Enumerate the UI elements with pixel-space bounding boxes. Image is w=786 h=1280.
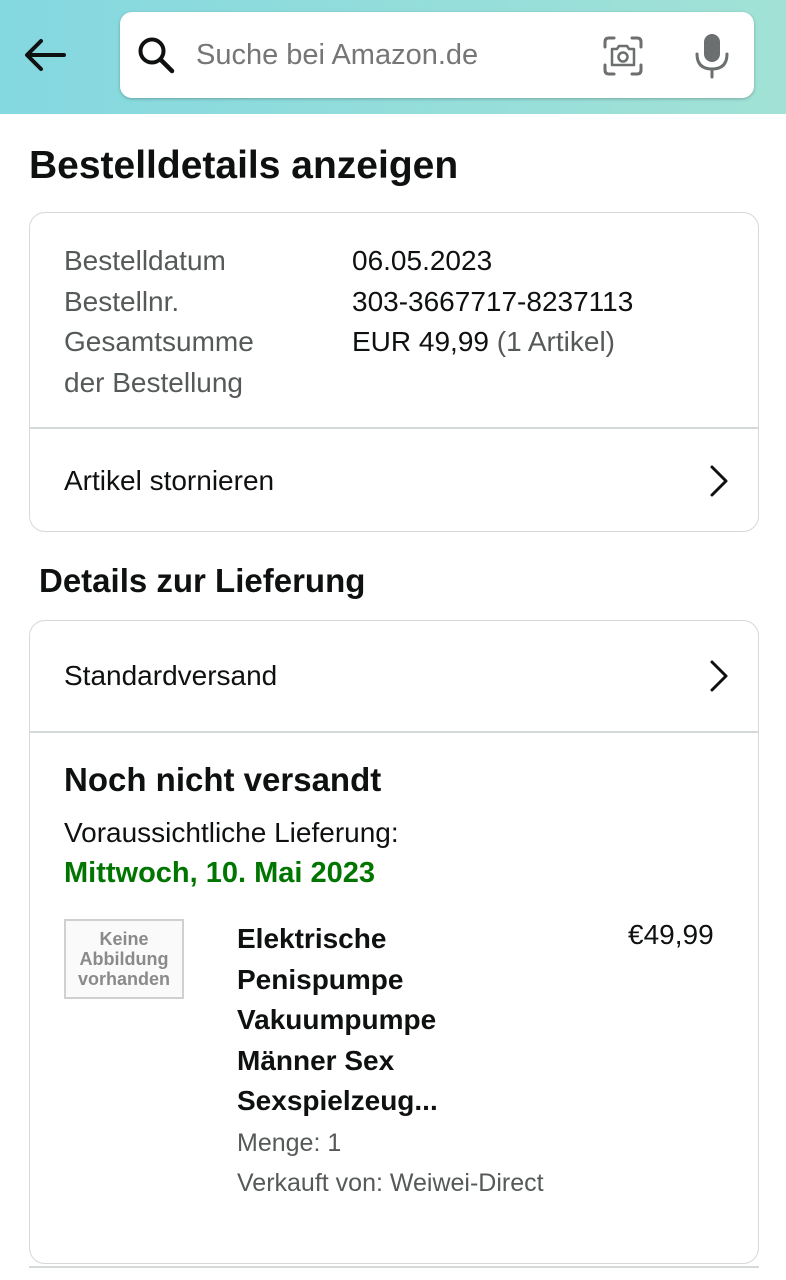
cancel-items-label: Artikel stornieren (64, 465, 275, 496)
shipment-status: Noch nicht versandt (64, 761, 382, 798)
page-title: Bestelldetails anzeigen (29, 144, 459, 187)
chevron-right-icon (710, 660, 728, 692)
order-total-label: Gesamtsumme der Bestellung (64, 322, 352, 403)
expected-delivery-date: Mittwoch, 10. Mai 2023 (64, 857, 376, 889)
placeholder-text-line2: Abbildung (79, 949, 169, 969)
search-bar[interactable] (120, 12, 754, 98)
microphone-icon[interactable] (694, 32, 730, 80)
product-seller: Verkauft von: Weiwei-Direct (237, 1169, 544, 1197)
order-total-row: Gesamtsumme der Bestellung EUR 49,99 (1 … (64, 322, 724, 403)
chevron-right-icon (710, 465, 728, 497)
product-image-placeholder[interactable]: Keine Abbildung vorhanden (64, 919, 184, 999)
order-number-value: 303-3667717-8237113 (352, 285, 634, 317)
product-price: €49,99 (628, 919, 714, 950)
expected-delivery-label: Voraussichtliche Lieferung: (64, 817, 399, 848)
product-title-link[interactable]: Elektrische Penispumpe Vakuumpumpe Männe… (237, 919, 487, 1122)
search-icon[interactable] (136, 35, 176, 75)
order-total-label-line2: der Bestellung (64, 366, 244, 398)
order-total-label-line1: Gesamtsumme (64, 326, 254, 357)
order-summary-card: Bestelldatum 06.05.2023 Bestellnr. 303-3… (29, 212, 759, 532)
back-button[interactable] (18, 28, 72, 82)
order-date-label: Bestelldatum (64, 245, 226, 276)
order-total-value: EUR 49,99 (1 Artikel) (352, 322, 615, 403)
placeholder-text-line1: Keine (99, 929, 149, 949)
bottom-divider (29, 1266, 759, 1268)
back-arrow-icon (25, 39, 66, 71)
order-date-row: Bestelldatum 06.05.2023 (64, 241, 724, 282)
placeholder-text: Keine Abbildung vorhanden (78, 929, 170, 989)
cancel-items-link[interactable]: Artikel stornieren (30, 429, 758, 533)
shipping-method-link[interactable]: Standardversand (30, 621, 758, 731)
order-number-row: Bestellnr. 303-3667717-8237113 (64, 282, 724, 323)
camera-icon[interactable] (602, 35, 644, 77)
search-input[interactable] (196, 34, 576, 76)
order-total-amount: EUR 49,99 (352, 326, 489, 357)
shipping-method-label: Standardversand (64, 660, 278, 691)
product-quantity: Menge: 1 (237, 1129, 342, 1157)
order-info: Bestelldatum 06.05.2023 Bestellnr. 303-3… (64, 241, 724, 403)
delivery-card: Standardversand Noch nicht versandt Vora… (29, 620, 759, 1264)
order-number-label: Bestellnr. (64, 285, 180, 317)
divider (30, 731, 758, 733)
order-total-items: (1 Artikel) (496, 326, 615, 357)
order-date-value: 06.05.2023 (352, 245, 493, 276)
delivery-section-title: Details zur Lieferung (39, 562, 366, 599)
placeholder-text-line3: vorhanden (77, 969, 170, 989)
top-app-bar (0, 0, 786, 114)
